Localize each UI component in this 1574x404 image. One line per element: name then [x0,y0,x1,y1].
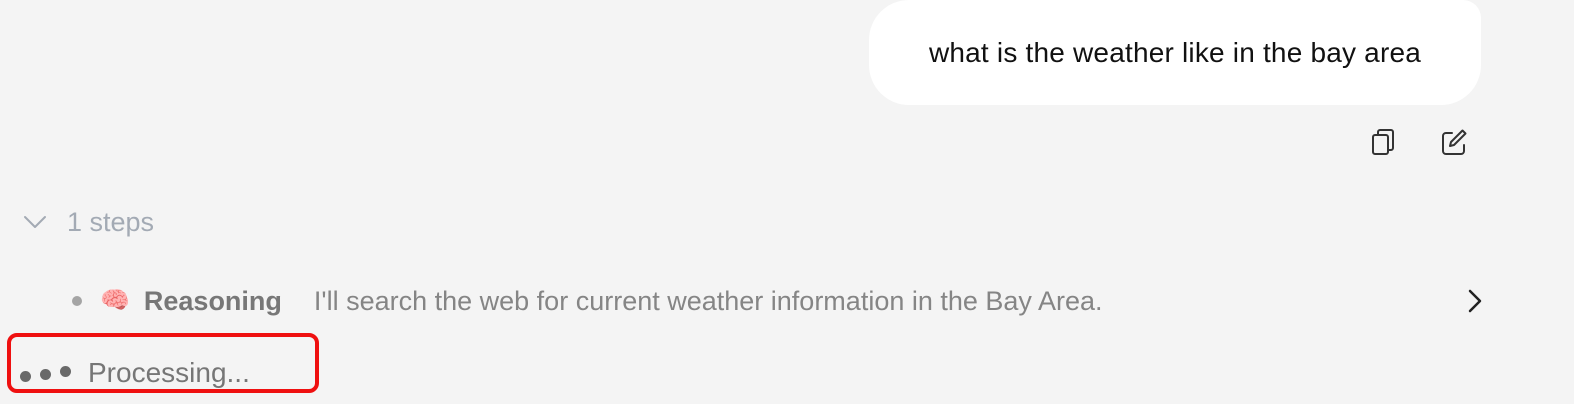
steps-toggle[interactable]: 1 steps [20,202,154,242]
step-title: Reasoning [143,285,282,316]
user-message-text: what is the weather like in the bay area [928,36,1422,68]
steps-label: 1 steps [67,206,155,237]
chevron-down-icon [24,216,46,228]
chevron-right-icon [1468,289,1482,313]
step-text: I'll search the web for current weather … [313,285,1103,316]
edit-icon [1442,129,1467,155]
processing-indicator: Processing... [20,352,250,394]
copy-button[interactable] [1365,124,1401,160]
edit-button[interactable] [1436,124,1472,160]
brain-icon: 🧠 [100,287,130,314]
processing-text: Processing... [88,357,250,388]
step-bullet [72,296,82,306]
copy-icon [1372,129,1394,155]
user-message-bubble: what is the weather like in the bay area [869,0,1481,105]
loading-dots-icon [20,361,74,385]
step-item-reasoning[interactable]: 🧠 Reasoning I'll search the web for curr… [60,280,1490,322]
